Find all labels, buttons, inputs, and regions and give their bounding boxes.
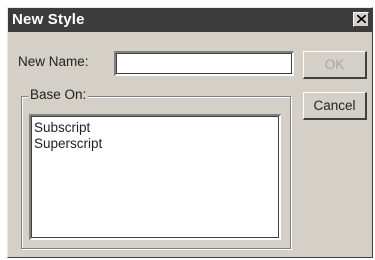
close-icon bbox=[357, 15, 366, 23]
list-item-superscript[interactable]: Superscript bbox=[34, 136, 277, 152]
cancel-button[interactable]: Cancel bbox=[303, 92, 367, 120]
new-name-label: New Name: bbox=[18, 54, 89, 69]
ok-button[interactable]: OK bbox=[303, 51, 367, 79]
dialog-title: New Style bbox=[12, 11, 85, 28]
base-on-label: Base On: bbox=[28, 87, 89, 102]
close-button[interactable] bbox=[353, 12, 369, 27]
new-style-dialog: New Style New Name: OK Cancel Base On: S… bbox=[7, 7, 373, 258]
list-item-subscript[interactable]: Subscript bbox=[34, 120, 277, 136]
title-bar[interactable]: New Style bbox=[8, 8, 372, 32]
new-name-input[interactable] bbox=[114, 51, 294, 76]
base-on-listbox[interactable]: Subscript Superscript bbox=[29, 114, 281, 240]
